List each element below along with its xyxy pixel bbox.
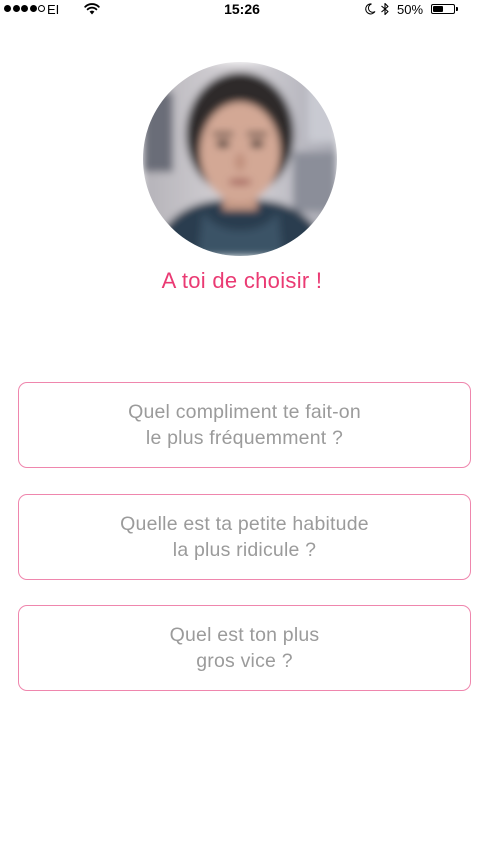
battery-icon <box>431 4 455 14</box>
choice-button-habitude[interactable]: Quelle est ta petite habitude la plus ri… <box>18 494 471 580</box>
choice-line: Quel est ton plus <box>169 624 320 646</box>
battery-percent: 50% <box>397 2 424 17</box>
page-title: A toi de choisir ! <box>161 268 323 293</box>
status-bar: EI 15:26 50% <box>0 0 484 20</box>
moon-icon <box>365 3 376 15</box>
choice-line: la plus ridicule ? <box>172 539 317 561</box>
choice-line: Quelle est ta petite habitude <box>120 513 369 535</box>
avatar <box>143 62 337 256</box>
choice-line: le plus fréquemment ? <box>145 427 344 449</box>
profile-photo <box>143 62 337 256</box>
bluetooth-icon <box>381 2 389 16</box>
choice-line: Quel compliment te fait-on <box>128 401 361 423</box>
battery-fill <box>433 6 443 12</box>
choice-button-compliment[interactable]: Quel compliment te fait-on le plus fréqu… <box>18 382 471 468</box>
choice-line: gros vice ? <box>196 650 293 672</box>
choice-button-vice[interactable]: Quel est ton plus gros vice ? <box>18 605 471 691</box>
battery-tip <box>456 7 458 11</box>
